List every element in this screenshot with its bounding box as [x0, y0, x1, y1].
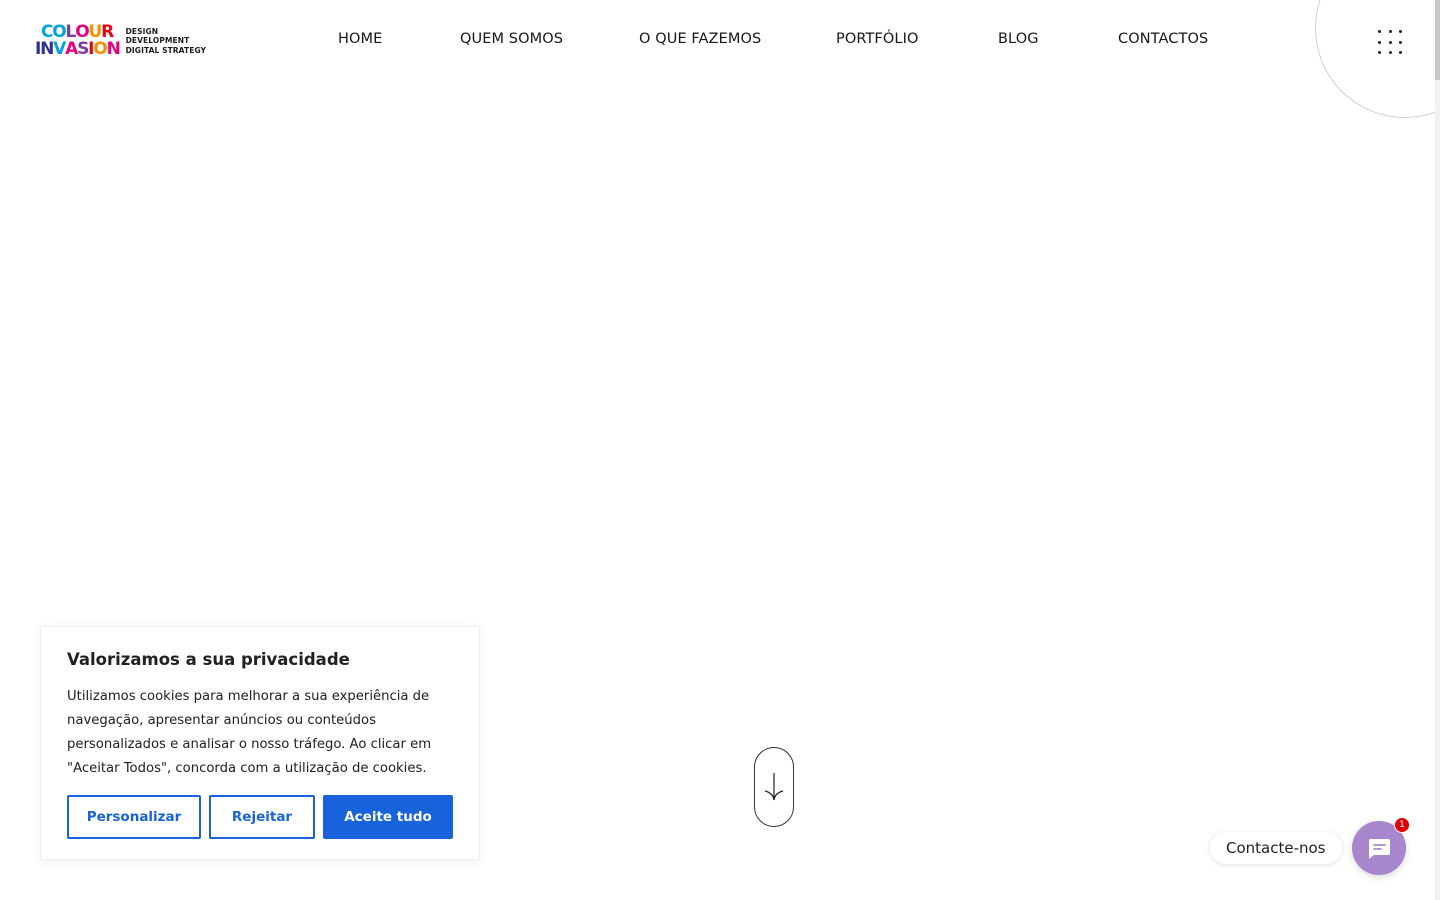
scroll-down-button[interactable] [754, 747, 794, 827]
cookie-actions: Personalizar Rejeitar Aceite tudo [67, 795, 453, 839]
cookie-description: Utilizamos cookies para melhorar a sua e… [67, 689, 432, 776]
reject-button[interactable]: Rejeitar [209, 795, 315, 839]
nav-item-quem-somos[interactable]: QUEM SOMOS [460, 31, 563, 47]
scrollbar-thumb[interactable] [1435, 0, 1440, 80]
cookie-title: Valorizamos a sua privacidade [67, 650, 350, 669]
nav-item-o-que-fazemos[interactable]: O QUE FAZEMOS [639, 31, 761, 47]
nav-item-portfolio[interactable]: PORTFÓLIO [836, 31, 918, 47]
page: COLOUR INVASION DESIGN DEVELOPMENT DIGIT… [0, 0, 1440, 900]
customize-button[interactable]: Personalizar [67, 795, 201, 839]
grid-dots-icon[interactable] [1378, 30, 1402, 54]
nav-item-home[interactable]: HOME [338, 31, 382, 47]
decorative-circle [1315, 0, 1440, 118]
accept-all-button[interactable]: Aceite tudo [323, 795, 453, 839]
nav-item-blog[interactable]: BLOG [998, 31, 1039, 47]
notification-badge: 1 [1394, 817, 1410, 833]
chat-icon [1368, 839, 1390, 859]
main-nav: HOME QUEM SOMOS O QUE FAZEMOS PORTFÓLIO … [0, 31, 1440, 53]
cookie-banner: Valorizamos a sua privacidade Utilizamos… [40, 626, 480, 860]
nav-item-contactos[interactable]: CONTACTOS [1118, 31, 1208, 47]
scrollbar[interactable] [1435, 0, 1440, 900]
contact-label[interactable]: Contacte-nos [1210, 832, 1342, 864]
arrow-down-icon [764, 773, 784, 801]
